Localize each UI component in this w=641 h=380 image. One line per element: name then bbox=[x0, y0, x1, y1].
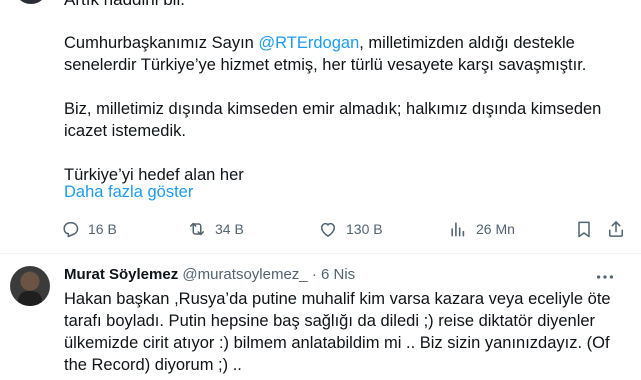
reply-separator: · bbox=[311, 266, 317, 283]
tweet-actions: 16 B 34 B 130 B 26 Mn bbox=[60, 219, 628, 241]
tweet-paragraph-2: Biz, milletimiz dışında kimseden emir al… bbox=[64, 100, 602, 140]
views-count: 26 Mn bbox=[476, 221, 515, 237]
repost-count: 34 B bbox=[215, 221, 244, 237]
reply-header: Murat Söylemez @muratsoylemez_ · 6 Nis bbox=[64, 266, 355, 283]
like-count: 130 B bbox=[346, 221, 383, 237]
tweet-divider bbox=[0, 253, 641, 254]
repost-icon bbox=[190, 222, 204, 236]
reply-date[interactable]: 6 Nis bbox=[321, 266, 355, 283]
reply-icon bbox=[63, 222, 79, 238]
views-icon bbox=[451, 222, 465, 237]
reply-text: Hakan başkan ,Rusya’da putine muhalif ki… bbox=[64, 290, 611, 374]
tweet-paragraph-1-start: Cumhurbaşkanımız Sayın bbox=[64, 34, 259, 52]
bookmark-icon bbox=[578, 221, 590, 238]
share-button[interactable] bbox=[606, 219, 634, 239]
repost-button[interactable]: 34 B bbox=[187, 219, 244, 239]
reply-author-name[interactable]: Murat Söylemez bbox=[64, 266, 178, 283]
views-button[interactable]: 26 Mn bbox=[448, 219, 515, 239]
reply-author-handle[interactable]: @muratsoylemez_ bbox=[182, 266, 307, 283]
reply-avatar[interactable] bbox=[10, 266, 50, 306]
reply-button[interactable]: 16 B bbox=[60, 219, 117, 239]
more-icon[interactable] bbox=[594, 268, 616, 286]
show-more-link[interactable]: Daha fazla göster bbox=[64, 183, 193, 202]
reply-count: 16 B bbox=[88, 221, 117, 237]
author-avatar[interactable] bbox=[14, 0, 48, 4]
tweet-text-cut-line: Artık haddini bil. bbox=[64, 0, 185, 10]
mention-link[interactable]: @RTErdogan bbox=[258, 34, 359, 52]
share-icon bbox=[609, 221, 623, 237]
tweet-paragraph-1: Cumhurbaşkanımız Sayın @RTErdogan, mille… bbox=[64, 32, 624, 76]
like-button[interactable]: 130 B bbox=[318, 219, 383, 239]
like-icon bbox=[321, 222, 335, 237]
tweet-text: Cumhurbaşkanımız Sayın @RTErdogan, mille… bbox=[64, 32, 624, 186]
bookmark-button[interactable] bbox=[574, 219, 602, 239]
